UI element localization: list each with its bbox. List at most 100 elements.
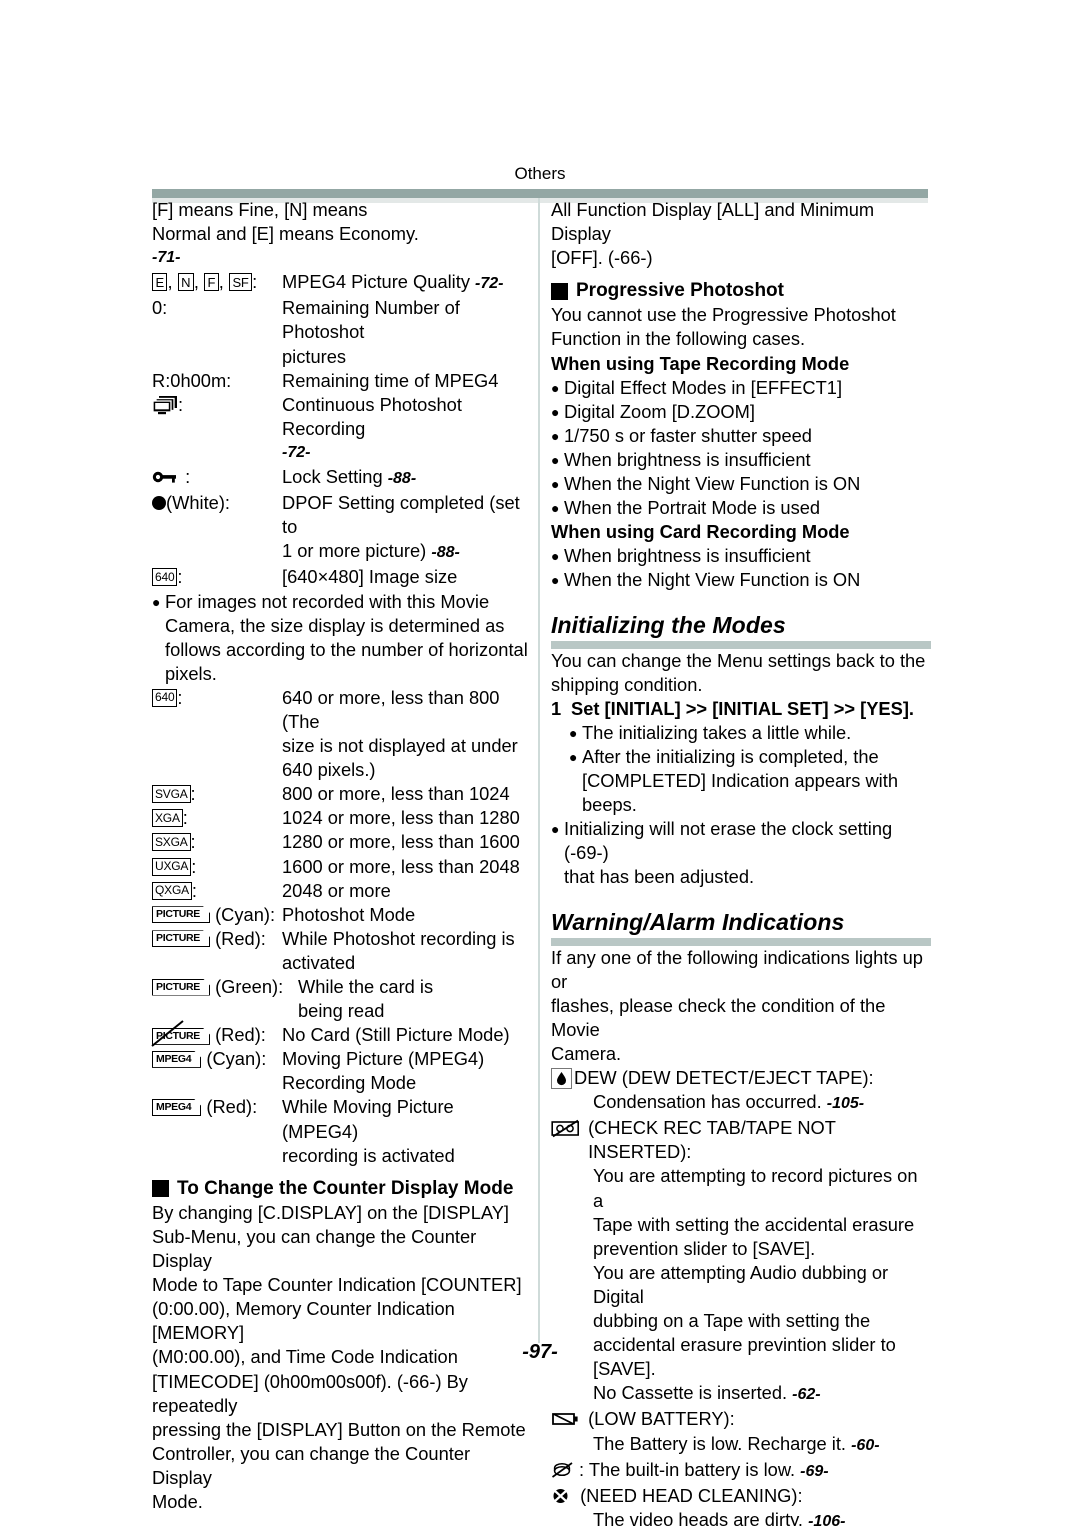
warning-desc: You are attempting to record pictures on…	[593, 1164, 931, 1407]
warning-label: (NEED HEAD CLEANING):	[580, 1484, 803, 1506]
bullet-line: [COMPLETED] Indication appears with	[582, 770, 898, 792]
desc-line: size is not displayed at under	[282, 735, 518, 757]
indicator-desc: Lock Setting -88-	[282, 465, 528, 491]
mode-color-label: (Red):	[215, 1024, 266, 1046]
card-mode-heading: When using Card Recording Mode	[551, 521, 850, 543]
warning-item: : The built-in battery is low. -69-	[551, 1458, 931, 1484]
body-line: flashes, please check the condition of t…	[551, 994, 886, 1040]
desc-text: MPEG4 Picture Quality	[282, 271, 476, 293]
square-bullet-icon	[551, 282, 568, 300]
bullet-dot-icon: ●	[551, 379, 560, 396]
note-line: follows according to the number of horiz…	[165, 638, 528, 660]
indicator-desc: Remaining time of MPEG4	[282, 369, 499, 391]
running-head-label: Others	[514, 164, 566, 183]
body-line: If any one of the following indications …	[551, 946, 923, 992]
picture-tag-icon: PICTURE	[152, 979, 210, 996]
desc-line: dubbing on a Tape with setting the	[593, 1310, 871, 1332]
list-item: ● After the initializing is completed, t…	[569, 745, 931, 817]
size-row: UXGA: 1600 or more, less than 2048	[152, 855, 528, 879]
desc-text: : The built-in battery is low.	[579, 1458, 801, 1480]
tape-crossed-icon	[551, 1119, 581, 1138]
indicator-row: 0: Remaining Number of Photoshot picture…	[152, 296, 528, 368]
desc-line: Moving Picture (MPEG4)	[282, 1048, 485, 1070]
continuous-photoshot-icon-cell: :	[152, 393, 282, 417]
head-cleaning-icon-cell	[551, 1484, 578, 1508]
section-rule	[551, 937, 931, 946]
mode-desc: While Photoshot recording is activated	[282, 927, 528, 975]
size-row: 640: 640 or more, less than 800 (The siz…	[152, 686, 528, 782]
note-line: pixels.	[165, 662, 217, 684]
continuation-line-1: All Function Display [ALL] and Minimum D…	[551, 199, 875, 245]
body-line: Mode to Tape Counter Indication [COUNTER…	[152, 1274, 522, 1296]
colon: :	[178, 393, 184, 415]
bullet-dot-icon: ●	[551, 821, 560, 838]
desc-text: Lock Setting	[282, 466, 388, 488]
dew-droplet-icon-cell	[551, 1066, 572, 1090]
indicator-desc: DPOF Setting completed (set to 1 or more…	[282, 491, 528, 565]
dpof-color-label: (White):	[166, 492, 230, 514]
builtin-battery-icon-cell	[551, 1458, 577, 1482]
bullet-dot-icon: ●	[551, 500, 560, 517]
desc-line: DPOF Setting completed (set to	[282, 492, 520, 538]
mode-desc: Moving Picture (MPEG4) Recording Mode	[282, 1047, 528, 1095]
body-line: [TIMECODE] (0h00m00s00f). (-66-) By repe…	[152, 1370, 468, 1416]
size-sxga-icon: SXGA	[152, 833, 191, 852]
bullet-text: 1/750 s or faster shutter speed	[564, 424, 812, 446]
body-line: You can change the Menu settings back to…	[551, 649, 926, 671]
warning-title: Warning/Alarm Indications	[551, 908, 845, 935]
desc-line: pictures	[282, 345, 347, 367]
warning-label: : The built-in battery is low. -69-	[579, 1458, 931, 1484]
heading-text: To Change the Counter Display Mode	[177, 1177, 514, 1199]
size-icon-cell: UXGA:	[152, 855, 282, 879]
desc-line: recording is activated	[282, 1144, 455, 1166]
size-qxga-icon: QXGA	[152, 881, 192, 900]
desc-text: 1 or more picture)	[282, 540, 432, 562]
square-bullet-icon	[152, 1180, 169, 1198]
low-battery-icon	[551, 1410, 581, 1428]
bullet-text: When the Night View Function is ON	[564, 569, 861, 591]
page-number: -97-	[522, 1341, 558, 1363]
bullet-dot-icon: ●	[551, 572, 560, 589]
list-item: ● When brightness is insufficient	[551, 544, 931, 568]
mode-icon-cell: MPEG4 (Cyan):	[152, 1047, 282, 1071]
picture-tag-icon: PICTURE	[152, 906, 210, 923]
bullet-text: When brightness is insufficient	[564, 545, 811, 567]
dpof-icon-cell: (White):	[152, 491, 282, 515]
list-item: ● When the Portrait Mode is used	[551, 496, 931, 520]
quality-sf-icon: SF	[228, 273, 253, 292]
right-column: All Function Display [ALL] and Minimum D…	[551, 198, 931, 1526]
intro-page-ref: -71-	[152, 249, 181, 267]
desc-line: No Cassette is inserted. -62-	[593, 1381, 931, 1407]
page-ref: -69-	[800, 1462, 829, 1480]
bullet-text: When brightness is insufficient	[564, 448, 811, 470]
body-line: By changing [C.DISPLAY] on the [DISPLAY]	[152, 1201, 510, 1223]
size-desc: 2048 or more	[282, 879, 391, 901]
bullet-dot-icon: ●	[569, 724, 578, 741]
bullet-text: When the Portrait Mode is used	[564, 497, 821, 519]
mode-row: MPEG4 (Red): While Moving Picture (MPEG4…	[152, 1095, 528, 1167]
bullet-line: that has been adjusted.	[564, 866, 755, 888]
bullet-dot-icon: ●	[551, 476, 560, 493]
colon: :	[252, 271, 258, 293]
bullet-text: Digital Zoom [D.ZOOM]	[564, 400, 755, 422]
page-ref: -62-	[792, 1386, 821, 1404]
indicator-desc: MPEG4 Picture Quality -72-	[282, 270, 528, 296]
bullet-dot-icon: ●	[152, 593, 161, 610]
desc-line: 1 or more picture) -88-	[282, 539, 528, 565]
desc-text: Condensation has occurred.	[593, 1091, 827, 1113]
mode-icon-cell: MPEG4 (Red):	[152, 1095, 282, 1119]
desc-line: Tape with setting the accidental erasure	[593, 1213, 915, 1235]
mode-desc: Photoshot Mode	[282, 903, 416, 925]
page-ref: -106-	[808, 1512, 846, 1526]
progressive-body: You cannot use the Progressive Photoshot…	[551, 303, 931, 351]
warning-intro: If any one of the following indications …	[551, 946, 931, 1066]
warning-desc: The Battery is low. Recharge it. -60-	[593, 1432, 931, 1458]
key-lock-icon	[152, 469, 180, 485]
indicator-row: : Lock Setting -88-	[152, 465, 528, 491]
size-640-icon-cell: 640:	[152, 565, 282, 589]
body-line: Function in the following cases.	[551, 328, 806, 350]
mode-desc: No Card (Still Picture Mode)	[282, 1024, 510, 1046]
mpeg4-tag-icon: MPEG4	[152, 1099, 201, 1116]
quality-e-icon: E	[152, 273, 168, 292]
body-line: Camera.	[551, 1043, 622, 1064]
